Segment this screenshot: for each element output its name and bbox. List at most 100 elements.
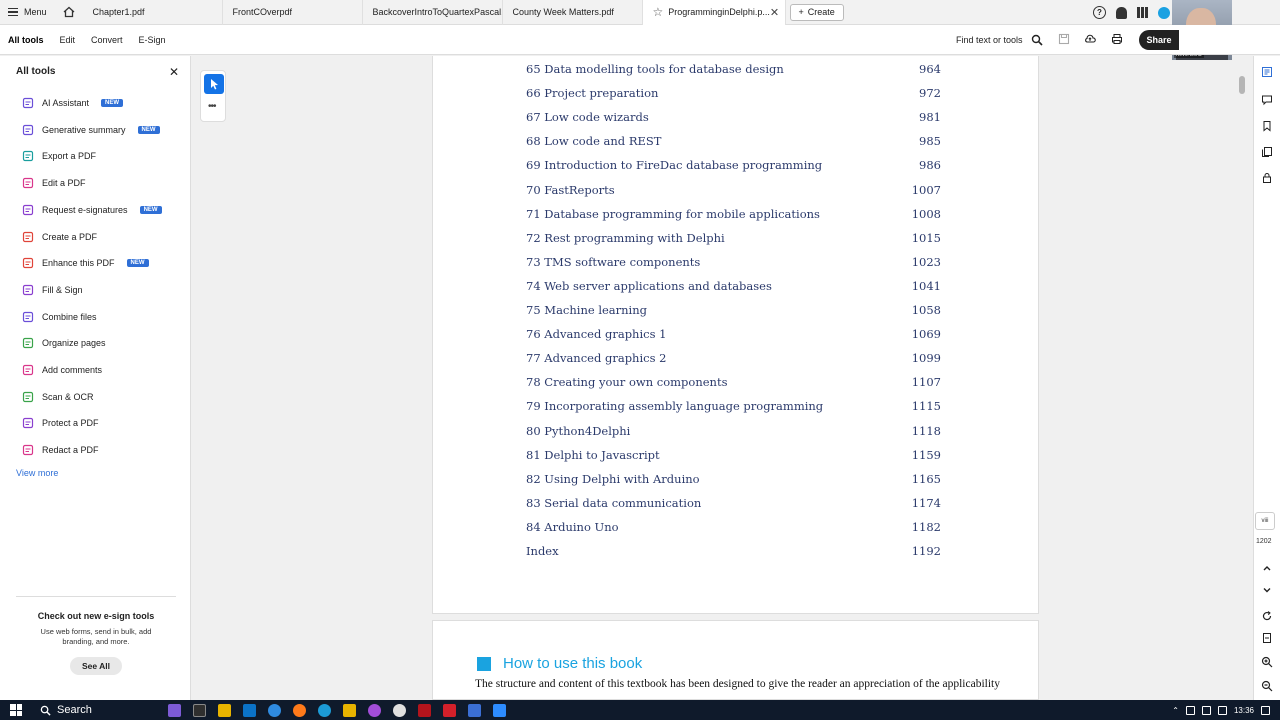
chevron-up-icon[interactable] <box>1261 562 1273 574</box>
close-icon[interactable]: ✕ <box>169 65 179 79</box>
toc-entry[interactable]: 75 Machine learning 1058 <box>526 303 941 319</box>
copy-pages-icon[interactable] <box>1261 146 1273 158</box>
widgets-app-icon[interactable] <box>168 703 181 717</box>
zoom-out-icon[interactable] <box>1261 680 1273 692</box>
toc-entry[interactable]: 70 FastReports 1007 <box>526 183 941 199</box>
close-tab-icon[interactable]: ✕ <box>770 6 779 19</box>
toc-entry[interactable]: 74 Web server applications and databases… <box>526 279 941 295</box>
apps-grid-icon[interactable] <box>1137 7 1148 18</box>
page-thumbnails-icon[interactable] <box>1261 66 1273 78</box>
chevron-up-icon[interactable]: ⌃ <box>1172 706 1179 715</box>
view-more-link[interactable]: View more <box>16 468 58 478</box>
file-explorer-icon[interactable] <box>218 703 231 717</box>
tool-scan-ocr[interactable]: Scan & OCR <box>22 389 94 405</box>
mail-app-icon[interactable] <box>243 703 256 717</box>
toc-entry[interactable]: 82 Using Delphi with Arduino 1165 <box>526 472 941 488</box>
toc-entry[interactable]: 83 Serial data communication 1174 <box>526 496 941 512</box>
help-icon[interactable]: ? <box>1093 6 1106 19</box>
comments-icon[interactable] <box>1261 94 1273 106</box>
bookmark-icon[interactable] <box>1261 120 1273 132</box>
current-page-field[interactable]: viii <box>1255 512 1275 530</box>
create-button[interactable]: + Create <box>789 3 844 21</box>
tool-combine-files[interactable]: Combine files <box>22 309 97 325</box>
acrobat-icon[interactable] <box>443 703 456 717</box>
toc-entry[interactable]: 84 Arduino Uno 1182 <box>526 520 941 536</box>
clock[interactable]: 13:36 <box>1234 706 1254 715</box>
tool-ai-assistant[interactable]: AI Assistant NEW <box>22 95 124 111</box>
toc-entry[interactable]: 67 Low code wizards 981 <box>526 110 941 126</box>
quick-tools-bar: ••• <box>200 70 226 122</box>
see-all-button[interactable]: See All <box>69 657 123 675</box>
tool-e-signature[interactable]: Request e-signatures NEW <box>22 202 162 218</box>
tool-edit-pdf[interactable]: Edit a PDF <box>22 175 86 191</box>
firefox-icon[interactable] <box>293 703 306 717</box>
taskbar-search[interactable]: Search <box>32 700 162 720</box>
notifications-icon[interactable] <box>1261 705 1270 715</box>
tab-backcover[interactable]: BackcoverIntroToQuartexPascal... <box>363 0 503 25</box>
delphi-ide-icon[interactable] <box>418 703 431 717</box>
tab-frontcover[interactable]: FrontCOverpdf <box>223 0 363 25</box>
tab-e-sign[interactable]: E-Sign <box>131 25 174 55</box>
browser-icon[interactable] <box>318 703 331 717</box>
document-scrollbar[interactable] <box>1238 62 1246 696</box>
zoom-app-icon[interactable] <box>493 703 506 717</box>
toc-entry[interactable]: 79 Incorporating assembly language progr… <box>526 399 941 415</box>
profile-icon[interactable] <box>1158 6 1170 19</box>
toc-entry[interactable]: 65 Data modelling tools for database des… <box>526 62 941 78</box>
save-icon[interactable] <box>1058 33 1070 45</box>
tool-create-pdf[interactable]: Create a PDF <box>22 229 97 245</box>
tool-organize-pages[interactable]: Organize pages <box>22 335 106 351</box>
rotate-icon[interactable] <box>1261 610 1273 622</box>
more-options-icon[interactable]: ••• <box>208 101 216 112</box>
tool-redact-pdf[interactable]: Redact a PDF <box>22 442 99 458</box>
tab-convert[interactable]: Convert <box>83 25 131 55</box>
page-fit-icon[interactable] <box>1261 632 1273 644</box>
toc-entry[interactable]: 76 Advanced graphics 1 1069 <box>526 327 941 343</box>
scrollbar-thumb[interactable] <box>1239 76 1245 94</box>
select-cursor-icon[interactable] <box>204 74 224 94</box>
toc-entry[interactable]: 78 Creating your own components 1107 <box>526 375 941 391</box>
messenger-icon[interactable] <box>368 703 381 717</box>
mic-icon[interactable] <box>1185 705 1195 715</box>
task-view-icon[interactable] <box>193 703 206 717</box>
tool-protect-pdf[interactable]: Protect a PDF <box>22 415 99 431</box>
toc-entry[interactable]: 66 Project preparation 972 <box>526 86 941 102</box>
network-icon[interactable] <box>1201 705 1211 715</box>
star-icon[interactable]: ☆ <box>653 5 664 19</box>
toc-entry[interactable]: 71 Database programming for mobile appli… <box>526 207 941 223</box>
tool-fill-sign[interactable]: Fill & Sign <box>22 282 83 298</box>
home-icon[interactable] <box>63 6 75 18</box>
bell-icon[interactable] <box>1116 6 1127 19</box>
tab-all-tools[interactable]: All tools <box>0 25 52 55</box>
tool-summary[interactable]: Generative summary NEW <box>22 122 160 138</box>
tab-programming-in-delphi[interactable]: ☆ ProgramminginDelphi.p... ✕ <box>642 0 786 25</box>
chevron-down-icon[interactable] <box>1261 584 1273 596</box>
tool-export-pdf[interactable]: Export a PDF <box>22 148 96 164</box>
toc-entry[interactable]: 81 Delphi to Javascript 1159 <box>526 448 941 464</box>
chrome-icon[interactable] <box>393 703 406 717</box>
toc-entry[interactable]: Index 1192 <box>526 544 941 560</box>
tool-comment[interactable]: Add comments <box>22 362 102 378</box>
document-app-icon[interactable] <box>468 703 481 717</box>
tab-chapter1[interactable]: Chapter1.pdf <box>83 0 223 25</box>
find-text-or-tools[interactable]: Find text or tools <box>956 34 1043 46</box>
tab-county-week[interactable]: County Week Matters.pdf <box>503 0 643 25</box>
print-icon[interactable] <box>1111 33 1123 45</box>
tab-edit[interactable]: Edit <box>52 25 84 55</box>
lock-icon[interactable] <box>1261 172 1273 184</box>
toc-entry[interactable]: 68 Low code and REST 985 <box>526 134 941 150</box>
windows-start-icon[interactable] <box>10 704 22 716</box>
toc-entry[interactable]: 77 Advanced graphics 2 1099 <box>526 351 941 367</box>
toc-entry[interactable]: 80 Python4Delphi 1118 <box>526 424 941 440</box>
tool-enhance-pdf[interactable]: Enhance this PDF NEW <box>22 255 149 271</box>
zoom-in-icon[interactable] <box>1261 656 1273 668</box>
menu-button[interactable]: Menu <box>0 0 55 25</box>
share-button[interactable]: Share <box>1139 30 1179 50</box>
toc-entry[interactable]: 73 TMS software components 1023 <box>526 255 941 271</box>
edge-browser-icon[interactable] <box>268 703 281 717</box>
upload-cloud-icon[interactable] <box>1084 33 1096 45</box>
volume-icon[interactable] <box>1217 705 1227 715</box>
toc-entry[interactable]: 69 Introduction to FireDac database prog… <box>526 158 941 174</box>
toc-entry[interactable]: 72 Rest programming with Delphi 1015 <box>526 231 941 247</box>
folder-icon[interactable] <box>343 703 356 717</box>
